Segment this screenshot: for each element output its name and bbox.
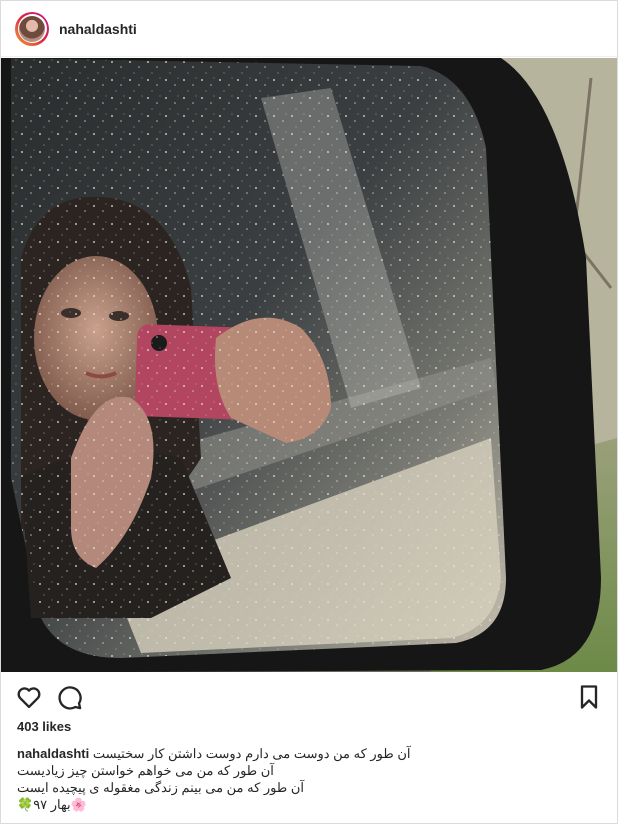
bookmark-icon[interactable] — [575, 683, 603, 711]
instagram-post: nahaldashti 403 likes nahaldashti آن طور… — [0, 0, 618, 824]
post-photo[interactable] — [1, 58, 617, 672]
action-bar — [1, 677, 617, 717]
caption-line-2: آن طور که من می خواهم خواستن چیز زیادیست — [17, 763, 274, 778]
heart-icon[interactable] — [15, 683, 43, 711]
avatar-ring — [17, 14, 47, 43]
post-header: nahaldashti — [1, 1, 617, 57]
avatar[interactable] — [15, 11, 49, 46]
caption-line-1: آن طور که من دوست می دارم دوست داشتن کار… — [92, 746, 411, 761]
username-link[interactable]: nahaldashti — [59, 21, 137, 37]
avatar-image — [19, 15, 45, 42]
caption-username-link[interactable]: nahaldashti — [17, 746, 89, 761]
caption-line-3: آن طور که من می بینم زندگی مغقوله ی پیچی… — [17, 780, 305, 795]
caption-line-4: 🌸بهار ۹۷🍀 — [17, 797, 87, 812]
caption: nahaldashti آن طور که من دوست می دارم دو… — [17, 745, 601, 813]
likes-count[interactable]: 403 likes — [17, 719, 71, 734]
car-mirror-selfie-photo — [1, 58, 617, 672]
comment-icon[interactable] — [55, 683, 83, 711]
